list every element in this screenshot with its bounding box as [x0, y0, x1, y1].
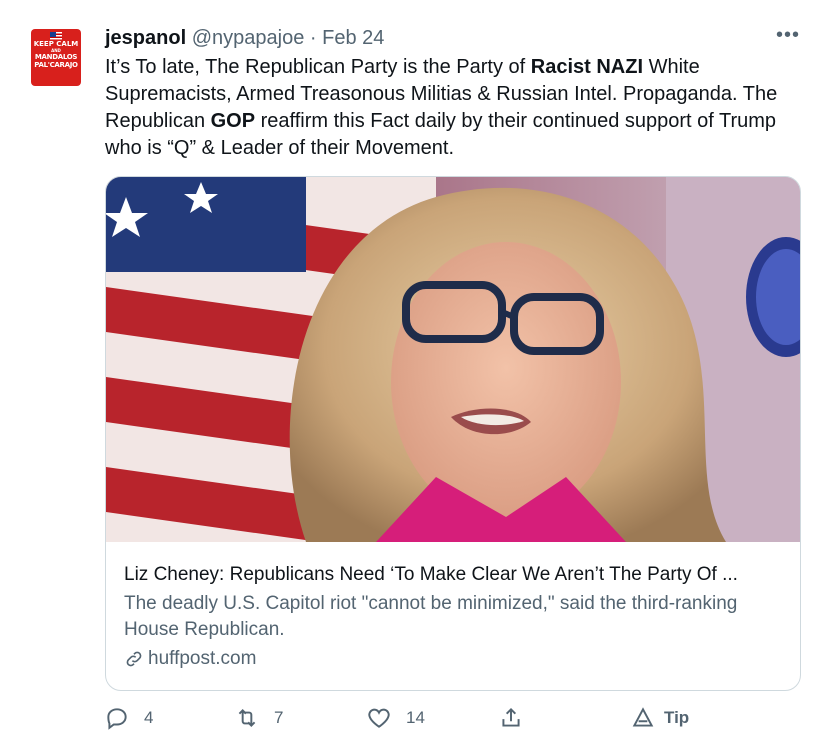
- link-card[interactable]: Liz Cheney: Republicans Need ‘To Make Cl…: [105, 176, 801, 691]
- tip-label: Tip: [664, 708, 690, 727]
- card-title[interactable]: Liz Cheney: Republicans Need ‘To Make Cl…: [124, 562, 784, 587]
- card-domain[interactable]: huffpost.com: [124, 646, 784, 672]
- like-button[interactable]: 14: [366, 705, 425, 731]
- flag-icon: [50, 32, 62, 40]
- link-icon: [126, 651, 142, 667]
- tweet-text: It’s To late, The Republican Party is th…: [105, 54, 805, 162]
- avatar[interactable]: KEEP CALM AND MANDALOS PAL'CARAJO: [31, 29, 81, 86]
- share-button[interactable]: [498, 705, 524, 731]
- more-icon[interactable]: •••: [776, 24, 800, 47]
- card-text: Liz Cheney: Republicans Need ‘To Make Cl…: [124, 562, 784, 672]
- timestamp[interactable]: Feb 24: [322, 27, 384, 49]
- tip-button[interactable]: Tip: [630, 705, 689, 731]
- article-photo: [106, 177, 800, 542]
- retweet-button[interactable]: 7: [234, 705, 283, 731]
- avatar-text-line3: MANDALOS PAL'CARAJO: [34, 53, 78, 69]
- retweet-icon: [238, 709, 256, 727]
- tweet-text-bold: Racist NAZI: [530, 56, 644, 78]
- tweet-text-part: It’s To late, The Republican Party is th…: [105, 56, 531, 78]
- card-description: The deadly U.S. Capitol riot "cannot be …: [124, 593, 738, 640]
- display-name[interactable]: jespanol: [105, 27, 186, 49]
- avatar-text-line1: KEEP CALM: [33, 40, 79, 48]
- card-domain-text: huffpost.com: [148, 648, 257, 669]
- reply-count: 4: [144, 708, 154, 727]
- tweet-text-bold: GOP: [210, 110, 256, 132]
- like-count: 14: [406, 708, 425, 727]
- separator: ·: [309, 27, 317, 49]
- action-bar: 4 7 14 Tip: [104, 705, 704, 739]
- reply-button[interactable]: 4: [104, 705, 153, 731]
- tip-icon: [632, 707, 654, 727]
- like-icon: [368, 708, 390, 728]
- share-icon: [502, 707, 520, 727]
- reply-icon: [107, 708, 127, 730]
- handle[interactable]: @nypapajoe: [192, 27, 305, 49]
- retweet-count: 7: [274, 708, 284, 727]
- tweet-header: jespanol @nypapajoe · Feb 24: [105, 26, 384, 50]
